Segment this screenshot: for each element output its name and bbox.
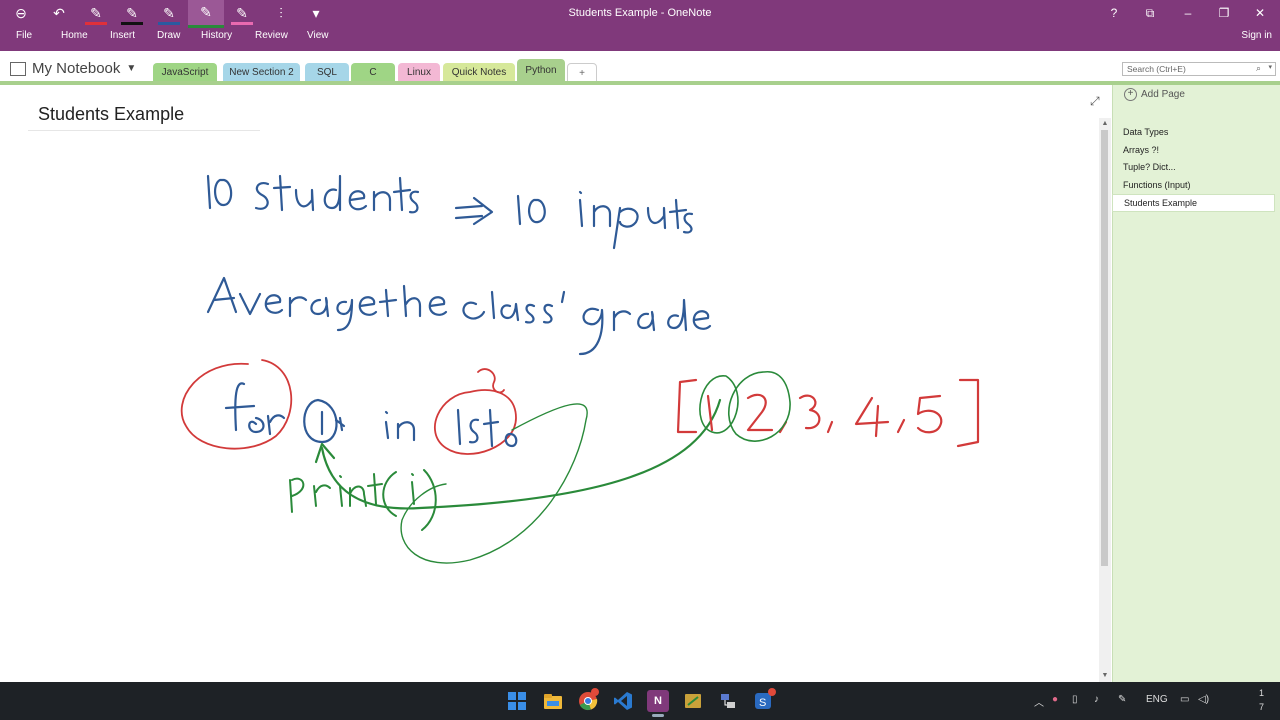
tray-clock-time[interactable]: 1 <box>1259 688 1264 698</box>
ink-line-grade <box>578 298 712 356</box>
ink-line-10-students <box>206 174 420 214</box>
ink-line-class <box>462 290 566 324</box>
tray-usb-icon[interactable]: ▯ <box>1072 694 1078 705</box>
windows-taskbar <box>0 682 1280 720</box>
add-page-label: Add Page <box>1141 89 1185 100</box>
ink-red-circle-for <box>180 359 293 450</box>
ink-line-10-inputs <box>516 190 694 250</box>
scroll-down-arrow-icon[interactable]: ▼ <box>1099 671 1111 681</box>
sign-in-link[interactable]: Sign in <box>1241 30 1272 41</box>
onenote-active-indicator <box>652 714 664 717</box>
notes-app-icon[interactable] <box>682 690 704 712</box>
page-item-functions-input[interactable]: Functions (Input) <box>1112 176 1275 194</box>
close-button[interactable]: ✕ <box>1248 4 1272 22</box>
ink-green-circles-list <box>699 371 791 442</box>
page-item-data-types[interactable]: Data Types <box>1112 123 1275 141</box>
snagit-badge <box>768 688 776 696</box>
ink-green-arrow <box>314 398 722 510</box>
tray-microphone-icon[interactable]: ♪ <box>1094 694 1099 705</box>
add-page-button[interactable]: + Add Page <box>1124 88 1185 101</box>
svg-text:S: S <box>759 697 766 709</box>
ink-list-literal <box>676 378 980 448</box>
help-button[interactable]: ? <box>1102 4 1126 22</box>
ink-for-keyword <box>224 382 286 436</box>
full-screen-button[interactable]: ⧉ <box>1138 4 1162 22</box>
tray-pen-icon[interactable]: ✎ <box>1118 694 1126 705</box>
windows-start-icon[interactable] <box>506 690 528 712</box>
handwritten-ink-layer <box>180 174 980 564</box>
ink-implies-arrow <box>454 196 494 226</box>
page-item-students-example[interactable]: Students Example <box>1112 194 1275 212</box>
page-vertical-scrollbar[interactable]: ▲ ▼ <box>1099 118 1111 682</box>
onenote-icon[interactable]: N <box>647 690 669 712</box>
scrollbar-thumb[interactable] <box>1101 130 1108 566</box>
tray-clock-date[interactable]: 7 <box>1259 702 1264 712</box>
search-placeholder: Search (Ctrl+E) <box>1127 64 1186 74</box>
scroll-up-arrow-icon[interactable]: ▲ <box>1099 119 1111 129</box>
tray-app-icon[interactable]: ● <box>1052 694 1058 705</box>
minimize-button[interactable]: – <box>1176 4 1200 22</box>
network-app-icon[interactable] <box>717 690 739 712</box>
ink-in-keyword <box>384 410 416 442</box>
vscode-icon[interactable] <box>612 690 634 712</box>
page-item-arrays[interactable]: Arrays ?! <box>1112 141 1275 159</box>
tray-language[interactable]: ENG <box>1146 694 1168 705</box>
add-page-plus-icon: + <box>1124 88 1137 101</box>
ink-i-variable <box>303 398 346 444</box>
ink-line-the <box>378 284 448 318</box>
tray-volume-icon[interactable]: ◁) <box>1198 694 1209 705</box>
file-explorer-icon[interactable] <box>542 690 564 712</box>
tray-network-icon[interactable]: ▭ <box>1180 694 1189 705</box>
tray-overflow-chevron-icon[interactable]: ︿ <box>1034 694 1044 709</box>
page-item-tuple-dict[interactable]: Tuple? Dict... <box>1112 158 1275 176</box>
ink-green-loop-lst <box>400 403 588 564</box>
ink-lst-variable <box>456 408 518 448</box>
restore-button[interactable]: ❐ <box>1212 4 1236 22</box>
chrome-badge <box>591 688 599 696</box>
search-icon[interactable]: ⌕ <box>1256 63 1261 74</box>
ink-line-average <box>206 276 378 332</box>
search-scope-chevron-icon[interactable]: ▾ <box>1268 63 1272 71</box>
search-input[interactable]: Search (Ctrl+E) ⌕ ▾ <box>1122 62 1276 76</box>
